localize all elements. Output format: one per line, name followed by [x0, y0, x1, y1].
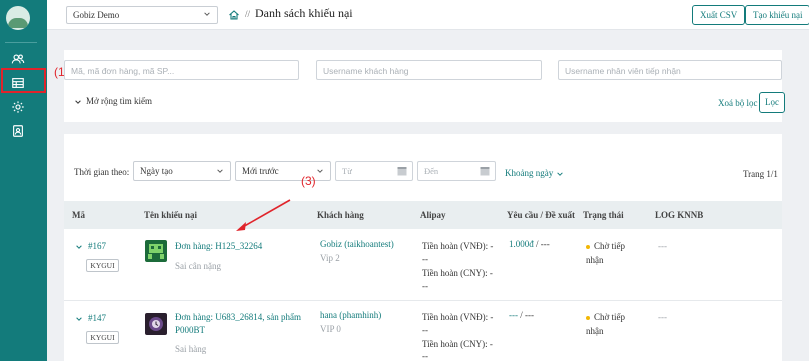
log-value: --- [658, 241, 667, 251]
page-indicator: Trang 1/1 [743, 169, 778, 179]
sort-order-select[interactable]: Mới trước [235, 161, 331, 181]
refund-cny: Tiền hoàn (CNY): - [422, 339, 493, 349]
create-complaint-button[interactable]: Tạo khiếu nại [745, 5, 809, 25]
date-from-input[interactable]: Từ [335, 161, 413, 181]
service-tag: KYGUI [86, 259, 119, 272]
search-input[interactable]: Mã, mã đơn hàng, mã SP... [64, 60, 299, 80]
proposal-amount: / --- [533, 239, 550, 249]
page-title: Danh sách khiếu nại [255, 6, 353, 20]
date-range-label: Khoảng ngày [505, 168, 554, 178]
status-label-continued: nhận [586, 255, 604, 265]
annotation-label: (3) [301, 174, 316, 188]
customer-level: Vip 2 [320, 253, 340, 263]
users-icon[interactable] [11, 52, 25, 66]
top-bar: Gobiz Demo // Danh sách khiếu nại Xuất C… [47, 0, 809, 30]
request-proposal: 1.000đ / --- [509, 239, 550, 249]
header-name: Tên khiếu nại [144, 210, 198, 220]
status: Chờ tiếp [586, 241, 625, 251]
header-code: Mã [72, 210, 85, 220]
breadcrumb-separator: // [245, 9, 251, 19]
filter-button[interactable]: Lọc [759, 92, 785, 113]
header-log: LOG KNNB [655, 210, 704, 220]
time-field-value: Ngày tạo [140, 166, 173, 176]
date-from-placeholder: Từ [342, 166, 352, 176]
calendar-icon [480, 167, 490, 176]
chevron-down-icon [204, 12, 210, 16]
expand-row-icon[interactable] [75, 243, 83, 251]
request-amount[interactable]: --- [509, 310, 518, 320]
customer-link[interactable]: hana (phamhinh) [320, 310, 381, 320]
complaint-code[interactable]: #147 [88, 313, 106, 323]
workspace-name: Gobiz Demo [73, 10, 120, 20]
app-logo[interactable] [6, 6, 30, 30]
calendar-icon [397, 167, 407, 176]
proposal-amount: / --- [518, 310, 534, 320]
complaint-reason: Sai hàng [175, 344, 207, 354]
date-range-toggle[interactable]: Khoảng ngày [505, 168, 564, 178]
expand-search-label: Mở rộng tìm kiếm [86, 96, 153, 106]
status-label-continued: nhận [586, 326, 604, 336]
refund-vnd-continued: -- [422, 325, 428, 335]
workspace-select[interactable]: Gobiz Demo [66, 6, 218, 24]
header-alipay: Alipay [420, 210, 446, 220]
gear-icon[interactable] [11, 100, 25, 114]
header-customer: Khách hàng [317, 210, 364, 220]
status-label: Chờ tiếp [594, 241, 626, 251]
table-header: Mã Tên khiếu nại Khách hàng Alipay Yêu c… [64, 201, 782, 229]
log-value: --- [658, 312, 667, 322]
date-to-placeholder: Đến [424, 166, 439, 176]
complaint-code[interactable]: #167 [88, 241, 106, 251]
complaint-list: Thời gian theo: Ngày tạo Mới trước Từ Đế… [64, 134, 782, 361]
row-divider [64, 300, 782, 301]
status-dot [586, 315, 590, 320]
contact-card-icon[interactable] [11, 124, 25, 138]
header-request: Yêu cầu / Đề xuất [507, 210, 575, 220]
complaint-reason: Sai cân nặng [175, 261, 221, 271]
staff-username-input[interactable]: Username nhân viên tiếp nhận [558, 60, 782, 80]
sort-order-value: Mới trước [242, 166, 279, 176]
date-to-input[interactable]: Đến [417, 161, 496, 181]
customer-level: VIP 0 [320, 324, 341, 334]
refund-cny-continued: -- [422, 351, 428, 361]
customer-username-input[interactable]: Username khách hàng [316, 60, 542, 80]
product-thumbnail[interactable] [145, 313, 167, 335]
request-amount[interactable]: 1.000đ [509, 239, 534, 249]
refund-vnd: Tiền hoàn (VNĐ): - [422, 241, 494, 251]
filter-panel: Mã, mã đơn hàng, mã SP... Username khách… [64, 50, 785, 122]
chevron-down-icon [75, 100, 81, 104]
chevron-down-icon [557, 172, 563, 176]
chevron-down-icon [317, 169, 323, 173]
customer-link[interactable]: Gobiz (taikhoantest) [320, 239, 394, 249]
refund-vnd-continued: -- [422, 254, 428, 264]
expand-row-icon[interactable] [75, 315, 83, 323]
time-filter-label: Thời gian theo: [74, 167, 130, 177]
complaint-name-link-continued[interactable]: P000BT [175, 325, 205, 335]
export-csv-button[interactable]: Xuất CSV [692, 5, 746, 25]
refund-cny: Tiền hoàn (CNY): - [422, 268, 493, 278]
sidebar [0, 0, 47, 361]
service-tag: KYGUI [86, 331, 119, 344]
status-dot [586, 244, 590, 249]
highlight-box [1, 68, 46, 93]
product-thumbnail[interactable] [145, 240, 167, 262]
refund-vnd: Tiền hoàn (VNĐ): - [422, 312, 494, 322]
request-proposal: --- / --- [509, 310, 534, 320]
sidebar-divider [5, 42, 37, 43]
header-status: Trạng thái [583, 210, 624, 220]
time-field-select[interactable]: Ngày tạo [133, 161, 231, 181]
refund-cny-continued: -- [422, 281, 428, 291]
complaint-name-link[interactable]: Đơn hàng: U683_26814, sản phẩm [175, 312, 301, 322]
home-icon[interactable] [228, 9, 240, 21]
expand-search-toggle[interactable]: Mở rộng tìm kiếm [74, 96, 152, 106]
complaint-name-link[interactable]: Đơn hàng: H125_32264 [175, 241, 262, 251]
status-label: Chờ tiếp [594, 312, 626, 322]
status: Chờ tiếp [586, 312, 625, 322]
chevron-down-icon [217, 169, 223, 173]
clear-filter-link[interactable]: Xoá bộ lọc [718, 98, 758, 108]
